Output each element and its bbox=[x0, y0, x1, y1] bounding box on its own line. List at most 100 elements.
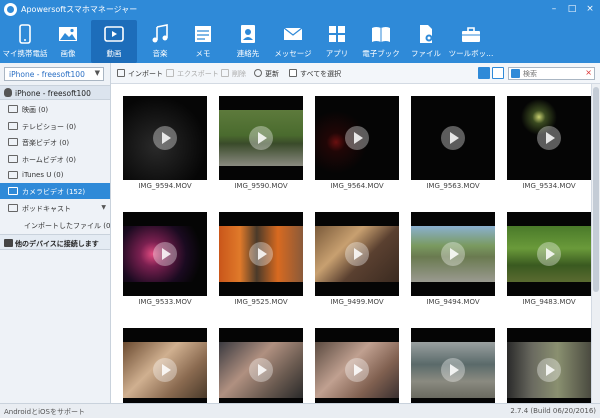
app-title: Apowersoftスマホマネージャー bbox=[21, 5, 138, 14]
nav-label: メモ bbox=[195, 49, 211, 58]
play-icon[interactable] bbox=[153, 242, 177, 266]
tv-icon bbox=[8, 122, 18, 130]
clear-search-icon[interactable]: × bbox=[585, 68, 592, 77]
nav-music[interactable]: 音楽 bbox=[137, 20, 183, 63]
nav-files[interactable]: ファイル bbox=[403, 20, 449, 63]
nav-my-phone[interactable]: マイ携帯電話 bbox=[2, 20, 48, 63]
video-thumbnail[interactable] bbox=[123, 96, 207, 180]
video-thumbnail[interactable] bbox=[507, 96, 591, 180]
device-header[interactable]: iPhone - freesoft100 bbox=[0, 85, 110, 100]
play-icon[interactable] bbox=[345, 358, 369, 382]
play-icon[interactable] bbox=[249, 242, 273, 266]
nav-label: マイ携帯電話 bbox=[2, 49, 48, 58]
nav-label: ファイル bbox=[411, 49, 441, 58]
device-select[interactable]: iPhone - freesoft100 ▼ bbox=[4, 67, 104, 81]
video-grid: IMG_9594.MOV IMG_9590.MOV IMG_9564.MOV I… bbox=[111, 84, 591, 403]
video-thumbnail[interactable] bbox=[507, 328, 591, 403]
play-icon[interactable] bbox=[345, 126, 369, 150]
play-icon[interactable] bbox=[441, 242, 465, 266]
play-icon[interactable] bbox=[249, 126, 273, 150]
video-name: IMG_9525.MOV bbox=[234, 298, 288, 306]
minimize-button[interactable]: – bbox=[548, 3, 560, 15]
video-thumbnail[interactable] bbox=[411, 96, 495, 180]
video-thumbnail[interactable] bbox=[123, 212, 207, 296]
connect-other-device-button[interactable]: 他のデバイスに接続します bbox=[0, 234, 110, 250]
video-thumbnail[interactable] bbox=[219, 96, 303, 180]
nav-label: 音楽 bbox=[152, 49, 168, 58]
import-label: インポート bbox=[128, 70, 163, 78]
close-button[interactable]: × bbox=[584, 3, 596, 15]
select-all-label: すべてを選択 bbox=[300, 70, 342, 78]
video-thumbnail[interactable] bbox=[411, 212, 495, 296]
graduation-cap-icon bbox=[8, 171, 18, 179]
video-name: IMG_9499.MOV bbox=[330, 298, 384, 306]
video-thumbnail[interactable] bbox=[219, 328, 303, 403]
checkbox-icon bbox=[289, 69, 297, 77]
apple-icon bbox=[4, 88, 12, 97]
video-thumbnail[interactable] bbox=[315, 328, 399, 403]
sidebar-item-label: 音楽ビデオ (0) bbox=[22, 139, 70, 147]
grid-view-button[interactable] bbox=[478, 67, 490, 79]
list-view-button[interactable] bbox=[492, 67, 504, 79]
video-name: IMG_9564.MOV bbox=[330, 182, 384, 190]
nav-ebooks[interactable]: 電子ブック bbox=[358, 20, 404, 63]
device-select-value: iPhone - freesoft100 bbox=[9, 70, 85, 79]
play-icon[interactable] bbox=[537, 126, 561, 150]
device-header-label: iPhone - freesoft100 bbox=[15, 89, 91, 98]
sidebar-item-tv-shows[interactable]: テレビショー (0) bbox=[0, 118, 110, 134]
sidebar-item-label: ホームビデオ (0) bbox=[22, 156, 76, 164]
nav-contacts[interactable]: 連絡先 bbox=[225, 20, 271, 63]
sidebar-item-podcasts[interactable]: ポッドキャスト ▼ bbox=[0, 200, 110, 216]
nav-label: 画像 bbox=[60, 49, 76, 58]
memo-icon bbox=[195, 26, 211, 42]
scrollbar-thumb[interactable] bbox=[593, 87, 599, 292]
play-icon[interactable] bbox=[345, 242, 369, 266]
play-icon[interactable] bbox=[537, 242, 561, 266]
nav-toolbox[interactable]: ツールボッ... bbox=[448, 20, 494, 63]
nav-videos[interactable]: 動画 bbox=[91, 20, 137, 63]
video-thumbnail[interactable] bbox=[315, 212, 399, 296]
video-thumbnail[interactable] bbox=[507, 212, 591, 296]
camera-video-icon bbox=[8, 187, 18, 195]
message-icon bbox=[283, 27, 303, 40]
trash-icon bbox=[221, 69, 229, 77]
nav-label: 電子ブック bbox=[362, 49, 400, 58]
play-icon[interactable] bbox=[441, 358, 465, 382]
sidebar-item-camera-videos[interactable]: カメラビデオ (152) bbox=[0, 183, 110, 199]
video-name: IMG_9483.MOV bbox=[522, 298, 576, 306]
sidebar-item-itunes-u[interactable]: iTunes U (0) bbox=[0, 167, 110, 183]
sidebar-item-movies[interactable]: 映画 (0) bbox=[0, 101, 110, 117]
video-thumbnail[interactable] bbox=[219, 212, 303, 296]
nav-messages[interactable]: メッセージ bbox=[270, 20, 316, 63]
play-icon[interactable] bbox=[441, 126, 465, 150]
search-input[interactable] bbox=[523, 69, 585, 79]
sidebar-item-label: カメラビデオ (152) bbox=[22, 188, 86, 196]
play-icon[interactable] bbox=[537, 358, 561, 382]
action-bar: インポート エクスポート 削除 更新 すべてを選択 × bbox=[111, 63, 600, 84]
play-icon[interactable] bbox=[153, 358, 177, 382]
nav-images[interactable]: 画像 bbox=[45, 20, 91, 63]
sidebar-item-label: ポッドキャスト bbox=[22, 205, 71, 213]
play-icon[interactable] bbox=[153, 126, 177, 150]
podcast-icon bbox=[8, 204, 18, 212]
music-video-icon bbox=[8, 138, 18, 146]
maximize-button[interactable]: □ bbox=[566, 3, 578, 15]
sidebar-item-home-videos[interactable]: ホームビデオ (0) bbox=[0, 151, 110, 167]
nav-label: 動画 bbox=[106, 49, 122, 58]
video-name: IMG_9494.MOV bbox=[426, 298, 480, 306]
sidebar-item-label: iTunes U (0) bbox=[22, 171, 64, 179]
video-thumbnail[interactable] bbox=[123, 328, 207, 403]
sidebar-item-label: 映画 (0) bbox=[22, 106, 49, 114]
vertical-scrollbar[interactable] bbox=[591, 84, 600, 403]
music-icon bbox=[152, 24, 168, 43]
video-name: IMG_9533.MOV bbox=[138, 298, 192, 306]
play-icon[interactable] bbox=[249, 358, 273, 382]
nav-label: ツールボッ... bbox=[448, 49, 494, 58]
sidebar-item-imported-files[interactable]: インポートしたファイル (0) bbox=[0, 217, 113, 233]
nav-apps[interactable]: アプリ bbox=[314, 20, 360, 63]
video-thumbnail[interactable] bbox=[411, 328, 495, 403]
sidebar-item-music-videos[interactable]: 音楽ビデオ (0) bbox=[0, 134, 110, 150]
nav-memo[interactable]: メモ bbox=[180, 20, 226, 63]
chevron-down-icon: ▼ bbox=[94, 69, 100, 77]
video-thumbnail[interactable] bbox=[315, 96, 399, 180]
